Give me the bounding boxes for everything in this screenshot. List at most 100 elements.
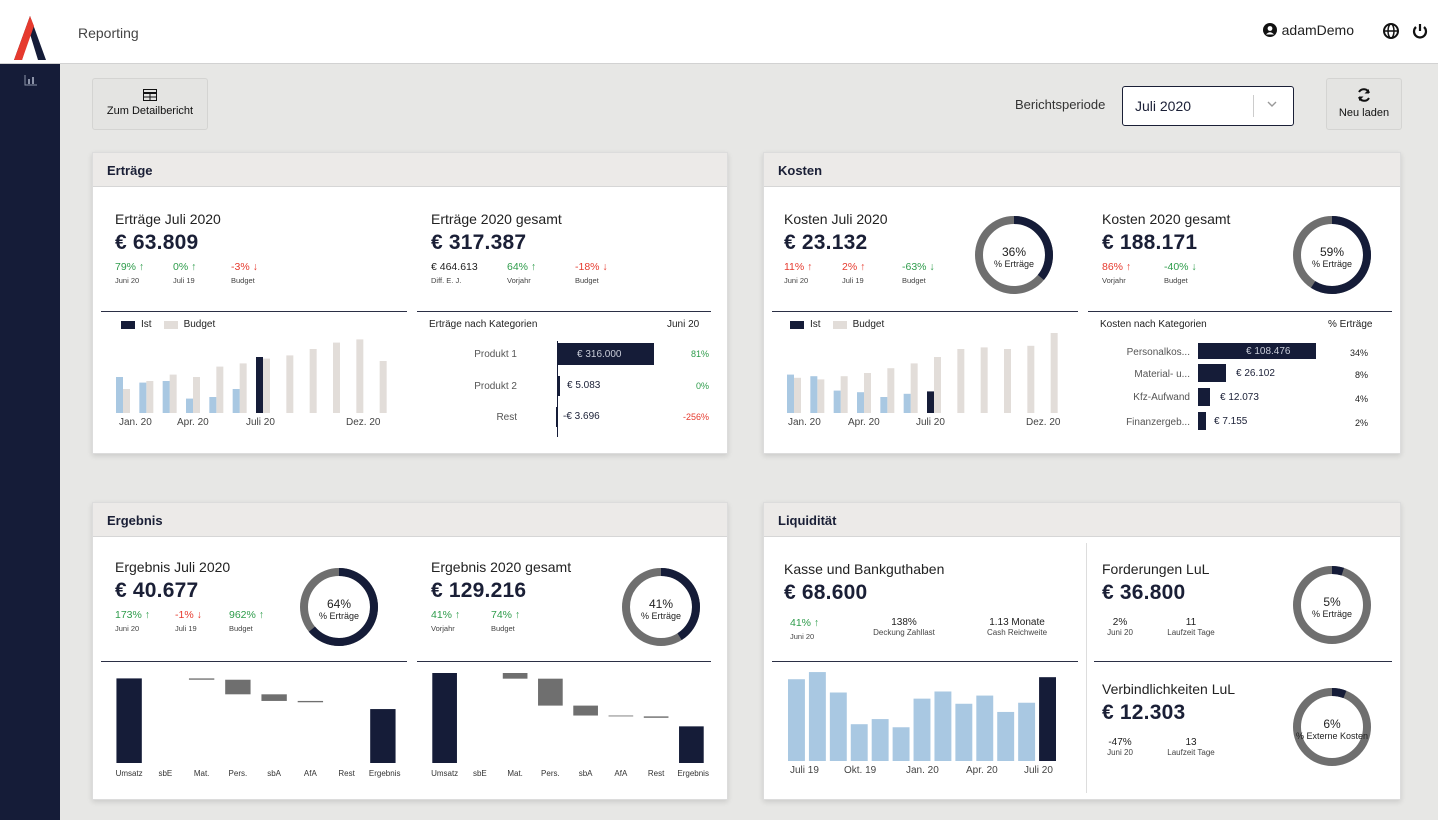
waterfall-bar	[116, 678, 142, 763]
waterfall-bar	[573, 705, 598, 716]
ergebnis-month-value: € 40.677	[115, 579, 199, 602]
legend-ist: Ist	[810, 319, 821, 330]
legend-swatch-ist	[121, 320, 135, 329]
bar-budget	[216, 366, 224, 413]
x-tick: Pers.	[541, 769, 560, 778]
cat-name: Produkt 2	[474, 381, 517, 392]
stat-juli: 2% ↑ Juli 19	[842, 261, 866, 285]
x-tick: Umsatz	[431, 769, 459, 778]
card-title: Kosten	[764, 153, 1400, 187]
chevron-down-icon	[1267, 101, 1277, 107]
cat-pct: 81%	[690, 349, 709, 359]
bar-rest	[556, 407, 558, 427]
ergebnis-year-value: € 129.216	[431, 579, 527, 602]
x-tick: Apr. 20	[848, 417, 880, 428]
bar-budget	[1004, 349, 1011, 413]
cat-title: Kosten nach Kategorien	[1100, 319, 1207, 330]
bar-ist	[139, 382, 147, 413]
bar-budget	[123, 389, 130, 413]
stat-vorjahr: 86% ↑ Vorjahr	[1102, 261, 1132, 285]
stat-juni: 79% ↑ Juni 20	[115, 261, 145, 285]
x-tick: Ergebnis	[677, 769, 709, 778]
reload-button[interactable]: Neu laden	[1326, 78, 1402, 130]
divider	[772, 661, 1078, 662]
app-logo[interactable]	[0, 0, 60, 64]
legend-budget: Budget	[183, 319, 216, 330]
bar-kasse	[829, 692, 847, 761]
legend-swatch-ist	[790, 320, 804, 329]
divider	[1094, 661, 1392, 662]
waterfall-bar	[370, 709, 396, 763]
user-menu[interactable]: adamDemo	[1262, 22, 1354, 38]
x-tick: AfA	[303, 769, 317, 778]
card-ergebnis: Ergebnis Ergebnis Juli 2020 € 40.677 173…	[92, 502, 728, 800]
waterfall-bar	[152, 678, 179, 680]
reload-label: Neu laden	[1338, 107, 1390, 119]
stat-budget: 74% ↑ Budget	[491, 609, 521, 633]
bar-budget	[934, 357, 941, 413]
waterfall-bar	[608, 715, 634, 717]
donut-label: 64%% Erträge	[318, 597, 360, 621]
period-select[interactable]: Juli 2020	[1122, 86, 1294, 126]
waterfall-bar	[333, 702, 360, 704]
bar-ist	[787, 374, 794, 413]
bar-budget	[864, 373, 871, 413]
verb-stat-2: 13 Laufzeit Tage	[1167, 737, 1215, 757]
ford-stat-1: 2% Juni 20	[1107, 617, 1133, 637]
x-tick: Juli 20	[246, 417, 275, 428]
x-tick: Mat.	[193, 769, 210, 778]
bar-ist	[857, 392, 864, 413]
bar-budget	[169, 374, 177, 413]
divider	[417, 661, 711, 662]
forderungen-title: Forderungen LuL	[1102, 561, 1210, 577]
ertraege-month-title: Erträge Juli 2020	[115, 211, 221, 227]
kasse-stat-3: 1.13 Monate Cash Reichweite	[986, 617, 1048, 637]
ergebnis-month-waterfall	[116, 678, 396, 763]
x-tick: Jan. 20	[906, 765, 939, 776]
cat-pct: -256%	[682, 412, 709, 422]
kasse-section: Kasse und Bankguthaben € 68.600	[784, 561, 944, 605]
cat-pct: 2%	[1354, 418, 1368, 428]
waterfall-bar	[467, 673, 493, 674]
bar-kasse	[808, 672, 826, 761]
bar-value: € 26.102	[1236, 368, 1275, 379]
stat-budget: -18% ↓ Budget	[575, 261, 608, 285]
bar-kasse	[871, 719, 889, 761]
waterfall-bar	[502, 673, 528, 679]
bar-budget	[980, 347, 988, 413]
app-title: Reporting	[78, 25, 139, 41]
stat-budget: -40% ↓ Budget	[1164, 261, 1197, 285]
ford-stat-2: 11 Laufzeit Tage	[1167, 617, 1215, 637]
globe-icon[interactable]	[1382, 22, 1400, 40]
stat-budget: -3% ↓ Budget	[231, 261, 258, 285]
waterfall-bar	[679, 726, 704, 763]
kasse-value: € 68.600	[784, 581, 868, 604]
x-tick: sbA	[578, 769, 593, 778]
bar-ist	[927, 391, 934, 413]
waterfall-bar	[643, 716, 669, 718]
refresh-icon	[1358, 88, 1370, 102]
detail-report-button[interactable]: Zum Detailbericht	[92, 78, 208, 130]
x-tick: Apr. 20	[966, 765, 998, 776]
bar-budget	[239, 363, 247, 413]
top-header: Reporting adamDemo	[0, 0, 1438, 64]
username: adamDemo	[1281, 22, 1354, 38]
cat-name: Personalkos...	[1126, 347, 1190, 358]
chart-icon[interactable]	[24, 74, 38, 86]
divider	[101, 311, 407, 312]
bar-ist	[810, 376, 818, 413]
bar-value: € 7.155	[1214, 416, 1248, 427]
verb-stat-1: -47% Juni 20	[1107, 737, 1133, 757]
bar-ist	[256, 357, 263, 413]
power-icon[interactable]	[1411, 22, 1429, 40]
card-title: Ergebnis	[93, 503, 727, 537]
x-tick: Okt. 19	[844, 765, 877, 776]
cat-column: Juni 20	[667, 319, 700, 330]
bar-budget	[193, 377, 200, 413]
bar-kasse	[955, 703, 973, 761]
card-kosten: Kosten Kosten Juli 2020 € 23.132 11% ↑ Ju…	[763, 152, 1401, 454]
stat-budget: 962% ↑ Budget	[229, 609, 265, 633]
bar-kasse	[913, 698, 931, 761]
legend-swatch-budget	[163, 320, 178, 329]
kasse-stat-1: 41% ↑ Juni 20	[790, 617, 820, 641]
